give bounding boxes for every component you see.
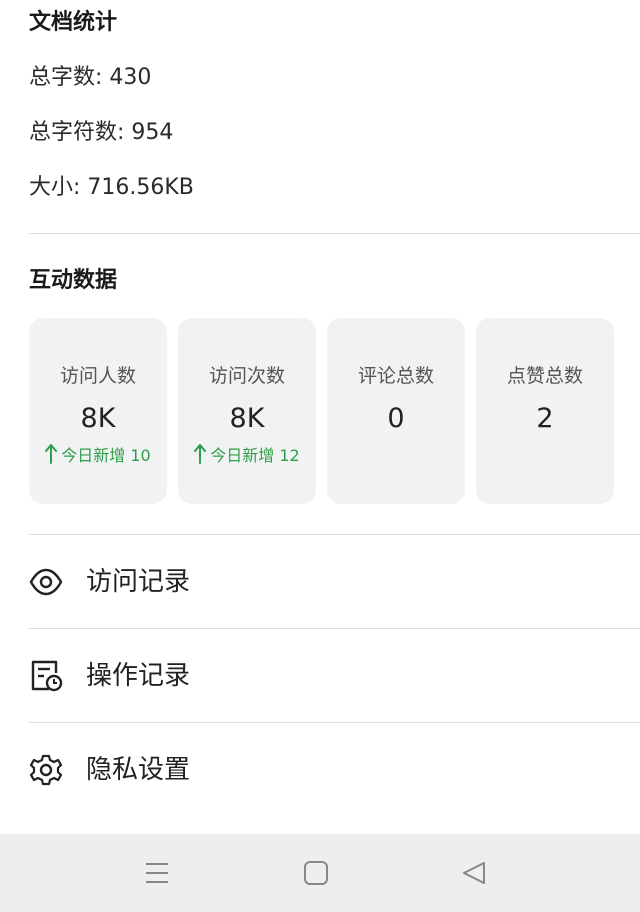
home-icon[interactable] <box>301 858 331 888</box>
card-label: 访问人数 <box>59 365 136 387</box>
stat-card-visits[interactable]: 访问次数 8K 今日新增 12 <box>178 318 316 504</box>
divider <box>29 233 640 234</box>
card-value: 0 <box>387 403 405 434</box>
stat-card-visitors[interactable]: 访问人数 8K 今日新增 10 <box>29 318 167 504</box>
stat-card-likes[interactable]: 点赞总数 2 <box>476 318 614 504</box>
card-delta-text: 今日新增 10 <box>61 446 151 465</box>
menu-item-label: 隐私设置 <box>86 755 191 785</box>
interaction-title: 互动数据 <box>29 268 118 293</box>
content-area: 文档统计 总字数: 430 总字符数: 954 大小: 716.56KB 互动数… <box>0 0 640 834</box>
arrow-up-icon <box>45 444 58 464</box>
menu-icon[interactable] <box>142 858 172 888</box>
menu-item-label: 访问记录 <box>86 567 191 597</box>
stat-card-comments[interactable]: 评论总数 0 <box>327 318 465 504</box>
card-label: 评论总数 <box>357 365 434 387</box>
gear-icon <box>29 754 63 786</box>
file-size: 大小: 716.56KB <box>29 175 194 200</box>
menu-item-visit-records[interactable]: 访问记录 <box>0 535 640 629</box>
card-label: 访问次数 <box>208 365 285 387</box>
document-clock-icon <box>31 660 63 692</box>
card-value: 2 <box>536 403 554 434</box>
menu-item-privacy-settings[interactable]: 隐私设置 <box>0 723 640 817</box>
interaction-cards: 访问人数 8K 今日新增 10 访问次数 8K 今日新增 12 评论总数 0 点… <box>29 318 614 504</box>
card-delta-text: 今日新增 12 <box>210 446 300 465</box>
card-value: 8K <box>80 403 116 434</box>
menu-item-operation-records[interactable]: 操作记录 <box>0 629 640 723</box>
card-delta: 今日新增 10 <box>29 444 167 467</box>
arrow-up-icon <box>194 444 207 464</box>
document-stats-page: 文档统计 总字数: 430 总字符数: 954 大小: 716.56KB 互动数… <box>0 0 640 912</box>
menu-item-label: 操作记录 <box>86 661 191 691</box>
word-count: 总字数: 430 <box>29 65 152 90</box>
card-label: 点赞总数 <box>506 365 583 387</box>
card-value: 8K <box>229 403 265 434</box>
back-icon[interactable] <box>459 858 489 888</box>
system-nav-bar <box>0 834 640 912</box>
eye-icon <box>29 568 63 596</box>
doc-stats-title: 文档统计 <box>29 10 118 35</box>
card-delta: 今日新增 12 <box>178 444 316 467</box>
char-count: 总字符数: 954 <box>29 120 174 145</box>
